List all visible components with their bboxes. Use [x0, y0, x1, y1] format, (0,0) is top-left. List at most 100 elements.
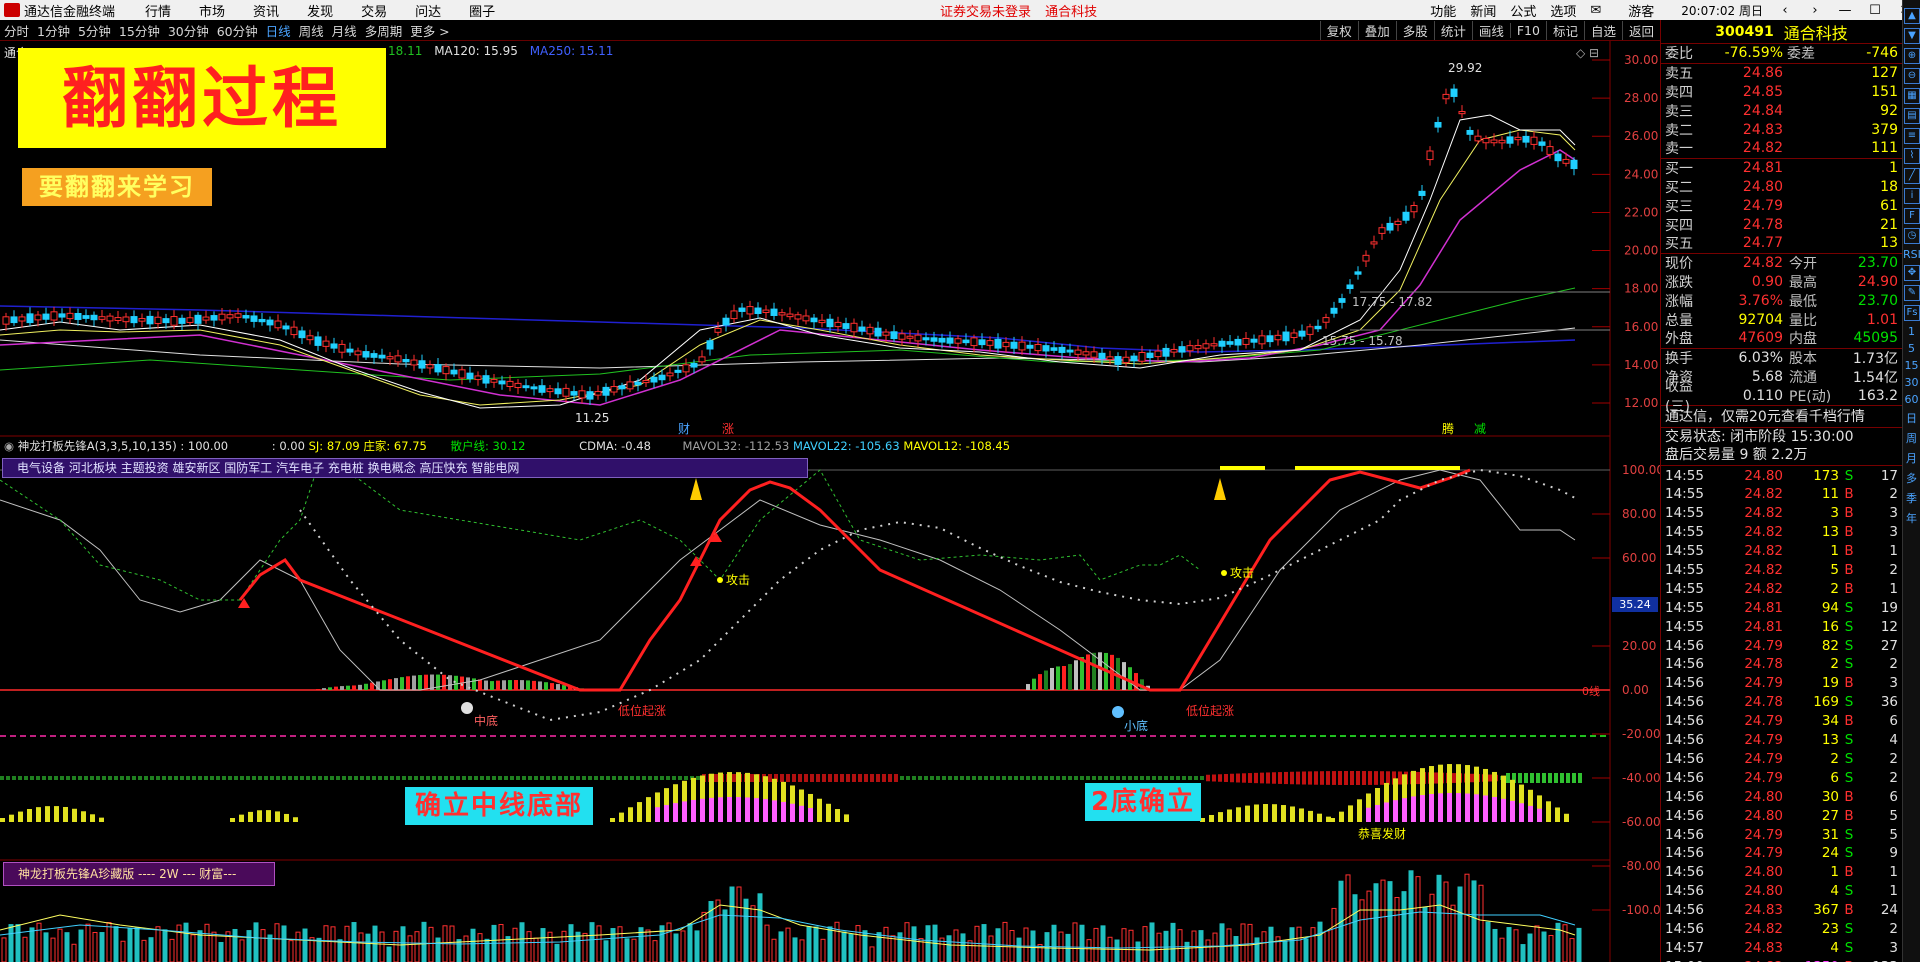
mail-icon[interactable]: ✉: [1590, 3, 1601, 18]
indicator-title[interactable]: 神龙打板先锋A(3,3,5,10,135): [18, 439, 177, 453]
grid-icon[interactable]: ▦: [1904, 88, 1920, 104]
stock-code: 300491: [1715, 23, 1774, 40]
bid-row[interactable]: 买一 24.81 1: [1661, 159, 1902, 178]
period-1-tool[interactable]: 1: [1903, 325, 1920, 338]
login-notice[interactable]: 证券交易未登录 通合科技: [940, 1, 1107, 20]
menu-item-jiaoyi[interactable]: 交易: [361, 1, 387, 20]
indicator-header[interactable]: ◉ 神龙打板先锋A(3,3,5,10,135) : 100.00 : 0.00 …: [4, 438, 1010, 454]
yp-bar-pink: [763, 799, 768, 822]
period-year-tool[interactable]: 年: [1903, 510, 1920, 526]
indicator-toggle-icon[interactable]: ◉: [4, 439, 14, 453]
maximize-icon[interactable]: ☐: [1860, 3, 1890, 18]
period-15-tool[interactable]: 15: [1903, 359, 1920, 372]
period-day-tool[interactable]: 日: [1903, 410, 1920, 426]
ask-row[interactable]: 卖一 24.82 111: [1661, 139, 1902, 158]
ask-row[interactable]: 卖二 24.83 379: [1661, 120, 1902, 139]
period-60min[interactable]: 60分钟: [217, 21, 258, 40]
trade-login-status[interactable]: 证券交易未登录: [940, 5, 1031, 20]
period-5-tool[interactable]: 5: [1903, 342, 1920, 355]
info-icon[interactable]: i: [1904, 188, 1920, 204]
volume-bar: [1408, 870, 1414, 962]
band-bar: [786, 774, 790, 782]
back-arrow-icon[interactable]: ‹: [1770, 3, 1800, 18]
btn-fuquan[interactable]: 复权: [1319, 21, 1358, 40]
period-30min[interactable]: 30分钟: [168, 21, 209, 40]
forward-arrow-icon[interactable]: ›: [1800, 3, 1830, 18]
menu-item-hangqing[interactable]: 行情: [145, 1, 171, 20]
btn-zixuan[interactable]: 自选: [1583, 21, 1622, 40]
bottom-panel-title[interactable]: 神龙打板先锋A珍藏版 ---- 2W --- 财富---: [3, 862, 275, 886]
tool-button-2[interactable]: ▼: [1904, 28, 1920, 44]
period-60-tool[interactable]: 60: [1903, 393, 1920, 406]
menu-xuanxiang[interactable]: 选项: [1550, 1, 1576, 20]
period-fenshi[interactable]: 分时: [4, 21, 29, 40]
ask-row[interactable]: 卖三 24.84 92: [1661, 101, 1902, 120]
indicator-hist-bar: [1032, 678, 1036, 690]
band-bar: [468, 776, 472, 780]
menu-item-shichang[interactable]: 市场: [199, 1, 225, 20]
user-label[interactable]: 游客: [1628, 1, 1654, 20]
brush-icon[interactable]: ✎: [1904, 285, 1920, 301]
bid-row[interactable]: 买四 24.78 21: [1661, 215, 1902, 234]
draw-icon[interactable]: ╱: [1904, 168, 1920, 184]
btn-tongji[interactable]: 统计: [1433, 21, 1472, 40]
fs-icon[interactable]: Fs: [1904, 305, 1920, 321]
tool-button-1[interactable]: ▲: [1904, 8, 1920, 24]
period-1min[interactable]: 1分钟: [37, 21, 70, 40]
concept-bar[interactable]: 电气设备 河北板块 主题投资 雄安新区 国防军工 汽车电子 充电桩 换电概念 高…: [2, 458, 808, 478]
bid-label: 买一: [1665, 161, 1693, 178]
menu-item-wenda[interactable]: 问达: [415, 1, 441, 20]
chart-icon[interactable]: ⌇: [1904, 148, 1920, 164]
ask-row[interactable]: 卖五 24.86 127: [1661, 64, 1902, 83]
btn-diejia[interactable]: 叠加: [1357, 21, 1396, 40]
tick-list[interactable]: 14:55 24.80 173 S 17 14:55 24.82 11 B 2 14…: [1661, 465, 1902, 962]
period-more[interactable]: 更多 >: [410, 21, 449, 40]
btn-fanhui[interactable]: 返回: [1621, 21, 1660, 40]
period-multi[interactable]: 多周期: [365, 21, 403, 40]
ad-banner[interactable]: 通达信，仅需20元查看千档行情: [1661, 405, 1902, 427]
period-5min[interactable]: 5分钟: [78, 21, 111, 40]
bid-row[interactable]: 买三 24.79 61: [1661, 196, 1902, 215]
menu-xinwen[interactable]: 新闻: [1470, 1, 1496, 20]
bid-row[interactable]: 买二 24.80 18: [1661, 178, 1902, 197]
menu-gongneng[interactable]: 功能: [1430, 1, 1456, 20]
ask-row[interactable]: 卖四 24.85 151: [1661, 83, 1902, 102]
tool-button-3[interactable]: ⊕: [1904, 48, 1920, 64]
f10-icon[interactable]: F: [1904, 208, 1920, 224]
yp-bar: [248, 811, 253, 822]
chart-options-icon[interactable]: ◇ ⊟: [1576, 46, 1599, 60]
period-30-tool[interactable]: 30: [1903, 376, 1920, 389]
event-mark-zhang[interactable]: 涨: [722, 421, 734, 436]
event-mark-cai[interactable]: 财: [678, 422, 690, 436]
menu-gongshi[interactable]: 公式: [1510, 1, 1536, 20]
btn-biaoji[interactable]: 标记: [1545, 21, 1584, 40]
event-mark-teng[interactable]: 腾: [1442, 421, 1454, 436]
minimize-icon[interactable]: —: [1830, 3, 1860, 18]
rsi-icon[interactable]: RSI: [1903, 248, 1920, 261]
volume-bar: [358, 932, 364, 962]
btn-duogu[interactable]: 多股: [1395, 21, 1434, 40]
tick-price: 24.81: [1744, 599, 1783, 616]
pan-icon[interactable]: ✥: [1904, 265, 1920, 281]
menu-item-faxian[interactable]: 发现: [307, 1, 333, 20]
event-mark-jian[interactable]: 减: [1474, 422, 1486, 436]
period-monthly[interactable]: 月线: [332, 21, 357, 40]
period-daily[interactable]: 日线: [266, 21, 291, 40]
menu-item-zixun[interactable]: 资讯: [253, 1, 279, 20]
btn-huaxian[interactable]: 画线: [1471, 21, 1510, 40]
period-week-tool[interactable]: 周: [1903, 430, 1920, 446]
period-weekly[interactable]: 周线: [299, 21, 324, 40]
period-multi-tool[interactable]: 多: [1903, 470, 1920, 486]
period-month-tool[interactable]: 月: [1903, 450, 1920, 466]
tool-button-4[interactable]: ⊖: [1904, 68, 1920, 84]
period-15min[interactable]: 15分钟: [119, 21, 160, 40]
candle-body: [370, 353, 378, 358]
kline-chart[interactable]: 30.00 28.00 26.00 24.00 22.00 20.00 18.00 16.00…: [0, 41, 1660, 962]
period-season-tool[interactable]: 季: [1903, 490, 1920, 506]
menu-item-quanzi[interactable]: 圈子: [469, 1, 495, 20]
clock-icon[interactable]: ◷: [1904, 228, 1920, 244]
btn-f10[interactable]: F10: [1509, 23, 1546, 38]
bid-row[interactable]: 买五 24.77 13: [1661, 234, 1902, 253]
table-icon[interactable]: ▤: [1904, 108, 1920, 124]
list-icon[interactable]: ≡: [1904, 128, 1920, 144]
